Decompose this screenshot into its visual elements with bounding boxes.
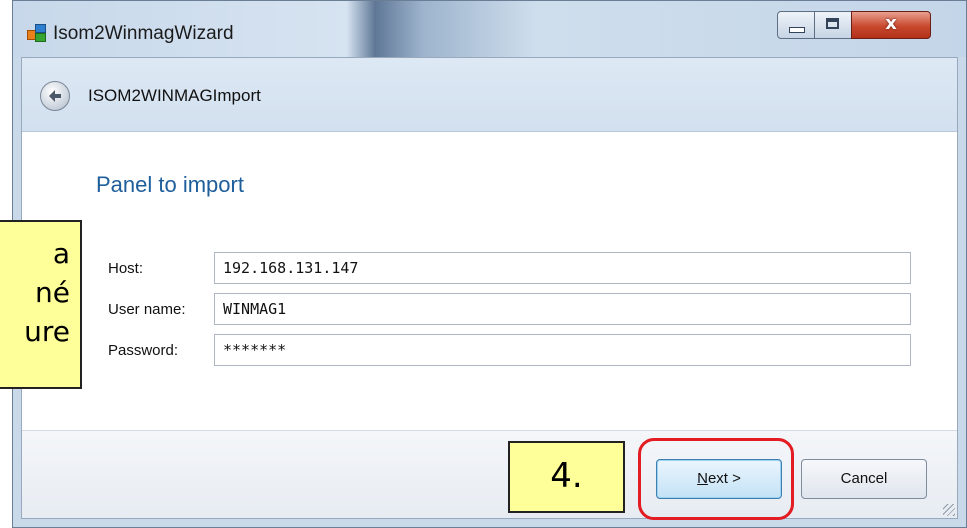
section-title: Panel to import [96, 172, 244, 197]
username-input[interactable]: WINMAG1 [214, 293, 911, 325]
callout-line: ure [24, 315, 70, 348]
back-button[interactable] [40, 81, 70, 111]
button-bar: Next > Cancel [22, 430, 957, 518]
wizard-content: Panel to import Host: 192.168.131.147 Us… [22, 132, 957, 430]
password-label: Password: [108, 342, 179, 359]
callout-line: a [52, 237, 70, 270]
back-arrow-icon [49, 90, 61, 102]
step-number-callout: 4. [508, 441, 625, 513]
wizard-client-area: ISOM2WINMAGImport Panel to import Host: … [21, 57, 958, 519]
host-input[interactable]: 192.168.131.147 [214, 252, 911, 284]
minimize-icon [789, 27, 805, 33]
window-title: Isom2WinmagWizard [53, 23, 234, 44]
callout-line: né [35, 276, 70, 309]
cancel-button[interactable]: Cancel [801, 459, 927, 499]
next-button-highlight [638, 438, 794, 520]
wizard-page-name: ISOM2WINMAGImport [88, 86, 261, 105]
close-icon: x [885, 13, 897, 34]
close-button[interactable]: x [851, 11, 931, 39]
username-label: User name: [108, 301, 186, 318]
maximize-button[interactable] [814, 11, 852, 39]
host-label: Host: [108, 260, 144, 277]
wizard-header: ISOM2WINMAGImport [22, 58, 957, 132]
title-bar[interactable]: Isom2WinmagWizard x [13, 1, 966, 57]
password-input[interactable]: ******* [214, 334, 911, 366]
wizard-window: Isom2WinmagWizard x ISOM2WINMAGImport Pa… [12, 0, 967, 528]
resize-grip[interactable] [943, 504, 955, 516]
minimize-button[interactable] [777, 11, 815, 39]
maximize-icon [826, 18, 839, 29]
instruction-callout: a né ure [0, 220, 82, 389]
app-icon [27, 24, 46, 42]
